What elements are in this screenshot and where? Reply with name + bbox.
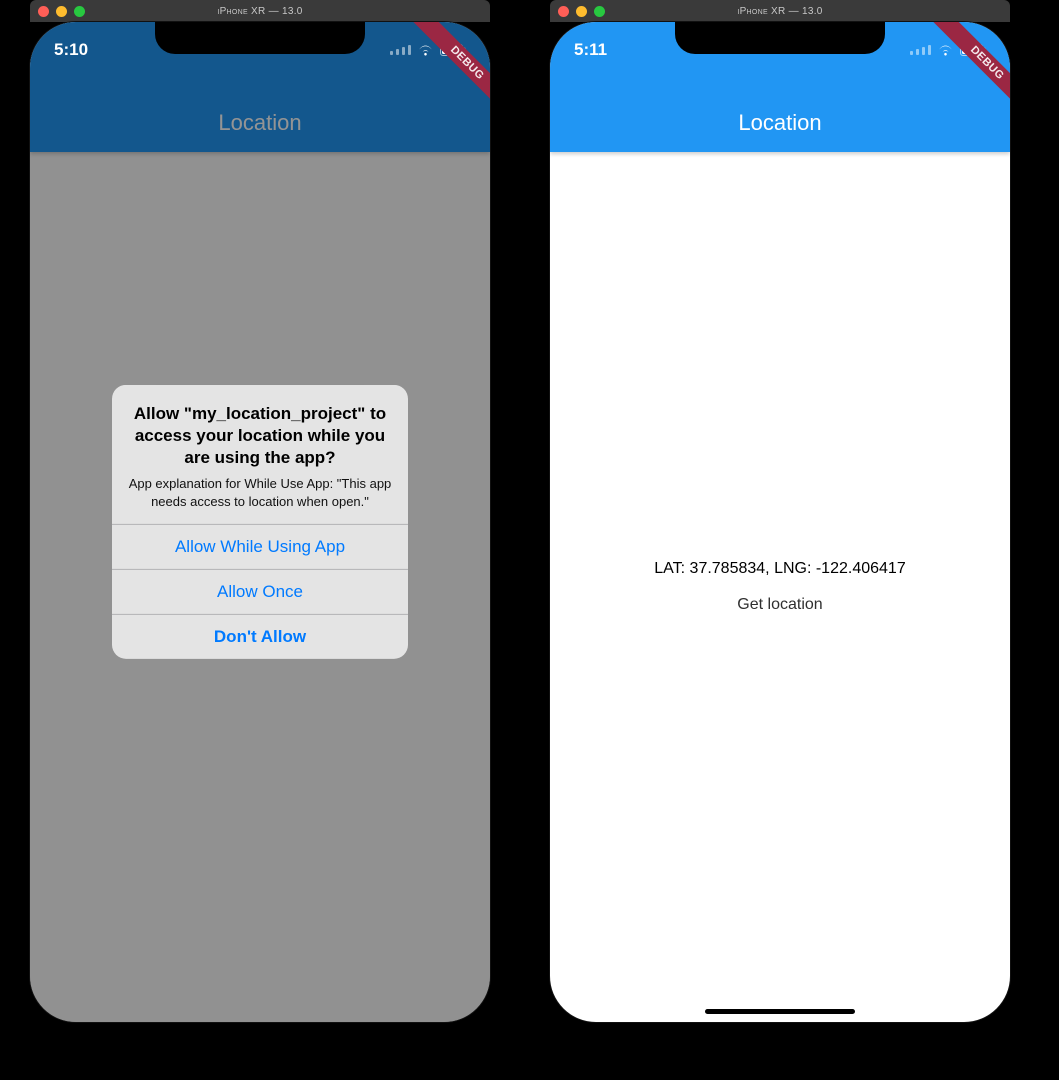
get-location-button[interactable]: Get location (737, 596, 822, 614)
alert-message: App explanation for While Use App: "This… (128, 475, 392, 510)
cellular-icon (910, 45, 931, 55)
cellular-icon (390, 45, 411, 55)
close-window-icon[interactable] (38, 6, 49, 17)
dont-allow-button[interactable]: Don't Allow (112, 614, 408, 659)
simulator-window-left: iPhone XR — 13.0 5:10 Location DEBUG All… (30, 0, 490, 1022)
status-time: 5:11 (574, 40, 607, 60)
simulator-title: iPhone XR — 13.0 (30, 6, 490, 17)
permission-alert: Allow "my_location_project" to access yo… (112, 385, 408, 659)
simulator-window-right: iPhone XR — 13.0 5:11 Location DEBUG LAT… (550, 0, 1010, 1022)
notch (155, 22, 365, 54)
simulator-title: iPhone XR — 13.0 (550, 6, 1010, 17)
allow-while-using-button[interactable]: Allow While Using App (112, 524, 408, 569)
alert-body: Allow "my_location_project" to access yo… (112, 385, 408, 524)
coordinates-text: LAT: 37.785834, LNG: -122.406417 (654, 560, 905, 578)
traffic-lights (38, 6, 85, 17)
alert-title: Allow "my_location_project" to access yo… (128, 403, 392, 469)
main-content: LAT: 37.785834, LNG: -122.406417 Get loc… (550, 152, 1010, 1022)
minimize-window-icon[interactable] (56, 6, 67, 17)
close-window-icon[interactable] (558, 6, 569, 17)
wifi-icon (937, 44, 954, 56)
phone-frame-right: 5:11 Location DEBUG LAT: 37.785834, LNG:… (550, 22, 1010, 1022)
mac-titlebar: iPhone XR — 13.0 (550, 0, 1010, 22)
home-indicator[interactable] (705, 1009, 855, 1014)
wifi-icon (417, 44, 434, 56)
status-time: 5:10 (54, 40, 88, 60)
mac-titlebar: iPhone XR — 13.0 (30, 0, 490, 22)
app-bar-title: Location (738, 110, 821, 136)
traffic-lights (558, 6, 605, 17)
zoom-window-icon[interactable] (594, 6, 605, 17)
allow-once-button[interactable]: Allow Once (112, 569, 408, 614)
notch (675, 22, 885, 54)
minimize-window-icon[interactable] (576, 6, 587, 17)
zoom-window-icon[interactable] (74, 6, 85, 17)
phone-frame-left: 5:10 Location DEBUG Allow "my_location_p… (30, 22, 490, 1022)
